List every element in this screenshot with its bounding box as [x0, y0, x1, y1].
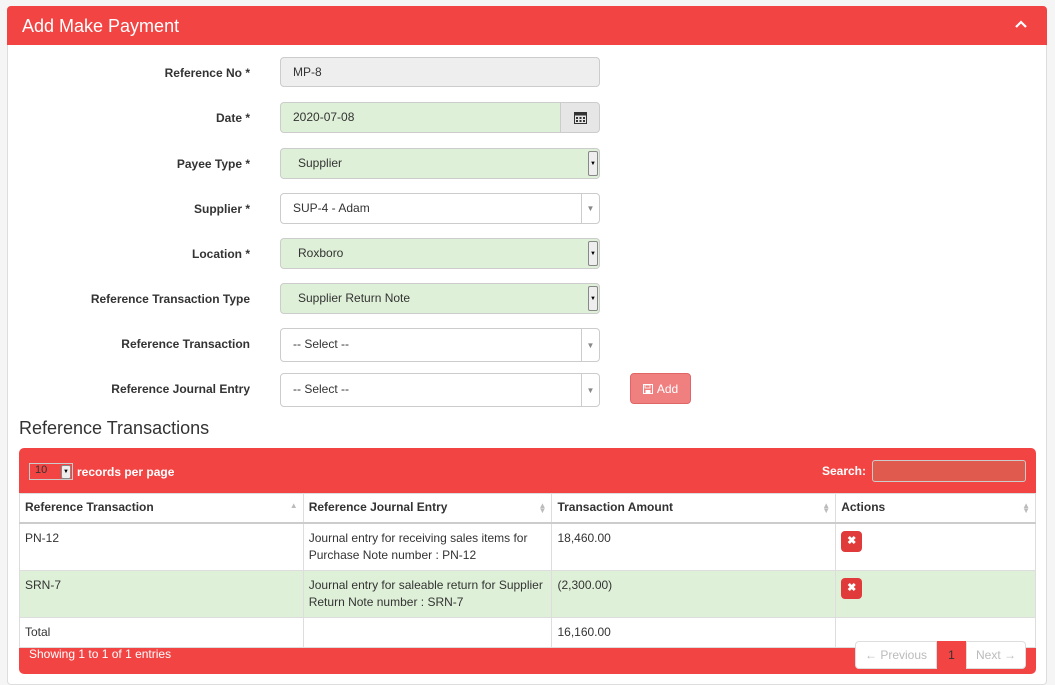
search-label: Search: — [821, 464, 866, 478]
close-icon: ✖ — [847, 581, 857, 594]
column-header-label: Actions — [841, 500, 886, 514]
reference-no-input: MP-8 — [280, 57, 600, 87]
amount-cell: 18,460.00 — [551, 522, 837, 571]
ref-journal-select[interactable]: -- Select -- ▼ — [280, 373, 600, 407]
records-per-page-label: records per page — [77, 464, 175, 479]
ref-cell: PN-12 — [19, 522, 304, 571]
payee-type-value: Supplier — [298, 156, 343, 170]
supplier-label: Supplier * — [193, 202, 250, 216]
records-per-page-value: 10 — [35, 464, 48, 476]
ref-txn-type-label: Reference Transaction Type — [90, 292, 250, 306]
actions-cell: ✖ — [835, 569, 1036, 618]
reference-no-label: Reference No * — [164, 66, 250, 80]
ref-journal-label: Reference Journal Entry — [111, 382, 250, 396]
ref-txn-select[interactable]: -- Select -- ▼ — [280, 328, 600, 362]
panel-header[interactable]: Add Make Payment — [7, 6, 1047, 45]
dropdown-arrow-icon: ▼ — [588, 151, 598, 176]
location-select[interactable]: Roxboro ▼ — [280, 238, 600, 269]
ref-txn-label: Reference Transaction — [121, 337, 250, 351]
add-button[interactable]: Add — [630, 373, 691, 404]
total-label: Total — [19, 616, 304, 648]
next-page-button[interactable]: Next → — [966, 641, 1026, 669]
pagination: ← Previous 1 Next → — [855, 641, 1026, 669]
supplier-select[interactable]: SUP-4 - Adam ▼ — [280, 193, 600, 224]
chevron-up-icon[interactable] — [1013, 16, 1029, 32]
date-label: Date * — [215, 111, 250, 125]
location-label: Location * — [191, 247, 250, 261]
search-input[interactable] — [872, 460, 1026, 482]
chevron-down-icon: ▼ — [581, 194, 599, 223]
sort-asc-icon: ▲ — [289, 501, 298, 510]
journal-cell: Journal entry for receiving sales items … — [302, 522, 553, 571]
calendar-icon — [573, 112, 587, 124]
section-title: Reference Transactions — [19, 418, 210, 438]
location-value: Roxboro — [298, 246, 344, 260]
supplier-value: SUP-4 - Adam — [293, 201, 370, 215]
column-header-label: Reference Transaction — [25, 500, 154, 514]
column-header-label: Reference Journal Entry — [308, 500, 448, 514]
save-icon — [642, 383, 653, 394]
add-button-label: Add — [656, 381, 679, 396]
chevron-down-icon: ▼ — [581, 329, 599, 361]
previous-page-button[interactable]: ← Previous — [855, 641, 937, 669]
dropdown-arrow-icon: ▼ — [61, 465, 71, 479]
sort-icon: ▲ ▼ — [1022, 501, 1030, 515]
amount-cell: (2,300.00) — [551, 569, 837, 618]
payee-type-label: Payee Type * — [176, 157, 250, 171]
sort-icon: ▲ ▼ — [822, 501, 831, 515]
payee-type-select[interactable]: Supplier ▼ — [280, 148, 600, 179]
table-info: Showing 1 to 1 of 1 entries — [29, 647, 172, 661]
page-1-button[interactable]: 1 — [937, 641, 966, 669]
column-header-ref[interactable]: Reference Transaction ▲ — [19, 493, 304, 524]
date-input[interactable]: 2020-07-08 — [280, 102, 561, 133]
journal-cell: Journal entry for saleable return for Su… — [302, 569, 553, 618]
ref-txn-value: -- Select -- — [293, 337, 350, 351]
delete-button[interactable]: ✖ — [841, 577, 863, 599]
empty-cell — [302, 616, 553, 648]
ref-cell: SRN-7 — [19, 569, 304, 618]
total-amount: 16,160.00 — [551, 616, 837, 648]
column-header-amount[interactable]: Transaction Amount ▲ ▼ — [551, 493, 837, 524]
dropdown-arrow-icon: ▼ — [588, 241, 598, 266]
dropdown-arrow-icon: ▼ — [588, 286, 598, 311]
actions-cell: ✖ — [835, 522, 1036, 571]
calendar-button[interactable] — [560, 102, 600, 133]
records-per-page: 10 ▼ records per page — [29, 463, 174, 480]
chevron-down-icon: ▼ — [581, 374, 599, 406]
table-row: SRN-7 Journal entry for saleable return … — [19, 569, 1036, 618]
sort-icon: ▲ ▼ — [538, 501, 547, 515]
reference-transactions-table-wrapper: 10 ▼ records per page Search: Reference … — [19, 448, 1036, 674]
records-per-page-select[interactable]: 10 ▼ — [29, 463, 73, 480]
ref-journal-value: -- Select -- — [293, 382, 350, 396]
column-header-actions[interactable]: Actions ▲ ▼ — [835, 493, 1036, 524]
column-header-journal[interactable]: Reference Journal Entry ▲ ▼ — [302, 493, 553, 524]
column-header-label: Transaction Amount — [557, 500, 674, 514]
close-icon: ✖ — [847, 534, 857, 547]
delete-button[interactable]: ✖ — [841, 530, 863, 552]
table-row: PN-12 Journal entry for receiving sales … — [19, 522, 1036, 571]
ref-txn-type-value: Supplier Return Note — [298, 291, 411, 305]
ref-txn-type-select[interactable]: Supplier Return Note ▼ — [280, 283, 600, 314]
panel-title: Add Make Payment — [22, 16, 180, 36]
reference-transactions-table: Reference Transaction ▲ Reference Journal… — [19, 493, 1036, 648]
table-search: Search: — [822, 460, 1026, 482]
